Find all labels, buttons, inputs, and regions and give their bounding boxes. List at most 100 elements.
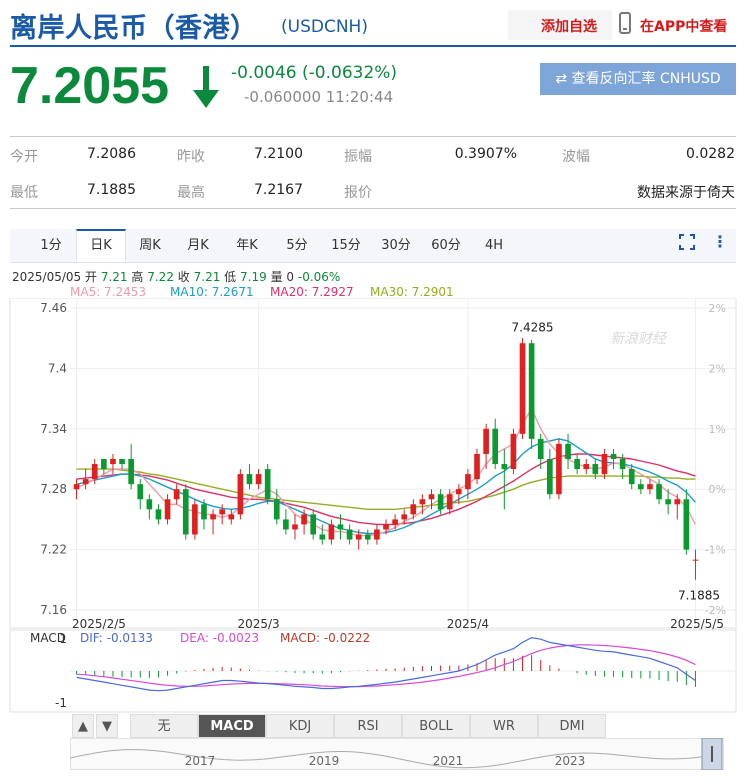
tab-yearly[interactable]: 年K <box>226 229 268 262</box>
candle-body <box>638 484 644 490</box>
tab-weekly[interactable]: 周K <box>130 229 170 262</box>
candle-body <box>501 464 508 470</box>
right-pct-label: 1% <box>709 423 726 436</box>
timeline-year-label: 2023 <box>555 754 586 768</box>
tab-5min[interactable]: 5分 <box>278 229 316 262</box>
candle-body <box>574 459 580 470</box>
candle-body <box>364 534 371 540</box>
info-date: 2025/05/05 <box>12 270 82 284</box>
tab-15min[interactable]: 15分 <box>326 229 366 262</box>
candle-body <box>355 534 362 540</box>
view-in-app-link[interactable]: 在APP中查看 <box>640 16 727 36</box>
chart-frame <box>9 298 737 629</box>
info-close-label: 收 <box>177 270 190 284</box>
tab-1min[interactable]: 1分 <box>32 229 70 262</box>
reverse-rate-button[interactable]: ⇄ 查看反向汇率 CNHUSD <box>540 63 736 95</box>
stat-label-low: 最低 <box>10 185 38 201</box>
stat-label-quote: 报价 <box>344 185 372 201</box>
prev-indicator-button[interactable]: ▲ <box>72 714 94 738</box>
annotation-high: 7.4285 <box>512 321 554 335</box>
ma5-label: MA5: 7.2453 <box>70 285 147 299</box>
candle-body <box>91 464 98 480</box>
current-price: 7.2055 <box>10 57 170 115</box>
stat-label-range: 波幅 <box>562 149 590 165</box>
candle-body <box>146 499 153 510</box>
macd-macd-label: MACD: -0.0222 <box>280 631 370 645</box>
info-open-label: 开 <box>85 270 98 284</box>
down-arrow-icon <box>193 66 219 108</box>
next-indicator-button[interactable]: ▼ <box>96 714 118 738</box>
candle-body <box>601 453 608 475</box>
candle-body <box>128 459 134 485</box>
reverse-rate-label: 查看反向汇率 CNHUSD <box>571 71 721 87</box>
stats-divider-bottom <box>10 208 736 209</box>
more-options-icon[interactable]: ⋮ <box>712 234 728 250</box>
candle-body <box>228 514 235 520</box>
indicator-kdj[interactable]: KDJ <box>266 714 334 738</box>
ma10-label: MA10: 7.2671 <box>170 285 254 299</box>
candle-body <box>273 499 280 520</box>
candle-body <box>474 453 480 480</box>
phone-icon[interactable] <box>619 12 631 34</box>
info-low: 7.19 <box>240 270 267 284</box>
candle-body <box>656 484 662 500</box>
candle-body <box>73 484 80 490</box>
candle-body <box>374 529 380 540</box>
period-tabs: 1分 日K 周K 月K 年K 5分 15分 30分 60分 4H <box>10 229 736 263</box>
candle-body <box>692 559 699 561</box>
tab-4h[interactable]: 4H <box>476 229 512 262</box>
fullscreen-icon[interactable] <box>679 234 695 250</box>
indicator-macd[interactable]: MACD <box>198 714 266 738</box>
stat-label-amplitude: 振幅 <box>344 149 372 165</box>
candle-body <box>565 443 571 459</box>
candle-body <box>401 514 408 520</box>
candle-body <box>465 474 471 490</box>
tab-60min[interactable]: 60分 <box>424 229 468 262</box>
candle-body <box>437 494 444 510</box>
info-open: 7.21 <box>100 270 128 284</box>
page-title: 离岸人民币（香港） <box>10 13 258 44</box>
x-tick-label: 2025/4 <box>447 617 489 631</box>
tab-daily[interactable]: 日K <box>76 229 126 262</box>
timeline-year-label: 2021 <box>433 754 464 768</box>
kline-chart[interactable]: 7.46 2%7.4 2%7.34 1%7.28 0%7.22 -1%7.16 -2%202… <box>0 298 744 716</box>
right-pct-label: 2% <box>709 302 726 315</box>
candle-body <box>592 464 599 475</box>
ohlc-info-line: 2025/05/05 开 7.21 高 7.22 收 7.21 低 7.19 量… <box>12 268 340 285</box>
stat-value-source: 数据来源于倚天 <box>637 185 735 201</box>
candle-body <box>519 343 526 434</box>
candle-body <box>492 428 499 465</box>
candle-body <box>237 474 244 515</box>
price-change: -0.0046 (-0.0632%) <box>231 63 398 83</box>
candle-body <box>328 524 335 540</box>
add-favorite-label[interactable]: 添加自选 <box>541 16 597 36</box>
candle-body <box>319 534 326 540</box>
candle-body <box>537 438 544 459</box>
candle-body <box>337 524 344 530</box>
info-low-label: 低 <box>224 270 237 284</box>
info-close: 7.21 <box>193 270 221 284</box>
indicator-none[interactable]: 无 <box>130 714 198 738</box>
candle-body <box>383 524 389 530</box>
indicator-rsi[interactable]: RSI <box>334 714 402 738</box>
indicator-wr[interactable]: WR <box>470 714 538 738</box>
y-tick-label: 7.34 <box>40 422 67 436</box>
stat-value-range: 0.0282 <box>686 146 735 162</box>
candle-body <box>610 453 617 459</box>
candle-body <box>392 519 398 525</box>
candle-body <box>301 514 307 525</box>
info-vol-label: 量 <box>270 270 283 284</box>
y-tick-label: 7.28 <box>40 482 67 496</box>
tab-monthly[interactable]: 月K <box>178 229 218 262</box>
tab-30min[interactable]: 30分 <box>374 229 418 262</box>
indicator-boll[interactable]: BOLL <box>402 714 470 738</box>
candle-body <box>210 514 216 520</box>
stat-value-prev-close: 7.2100 <box>254 146 303 162</box>
timeline-navigator[interactable]: 2017 2019 2021 2023 <box>70 738 724 770</box>
indicator-dmi[interactable]: DMI <box>538 714 606 738</box>
ma20-label: MA20: 7.2927 <box>270 285 354 299</box>
candle-body <box>346 529 353 540</box>
candle-body <box>547 459 553 495</box>
candle-body <box>647 484 653 490</box>
candle-body <box>137 484 144 500</box>
